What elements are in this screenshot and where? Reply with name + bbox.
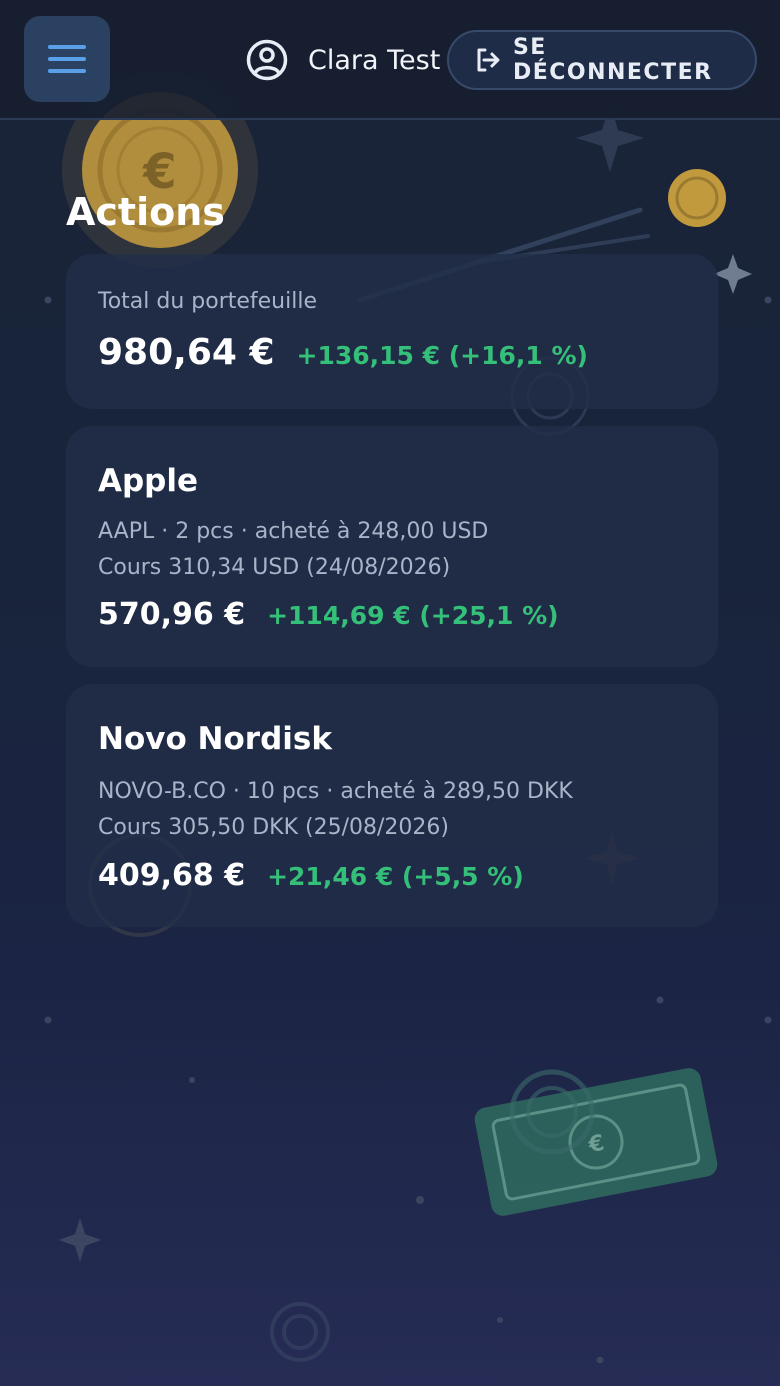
small-coin-icon xyxy=(668,169,726,227)
menu-button[interactable] xyxy=(24,16,110,102)
stock-name: Novo Nordisk xyxy=(98,721,332,757)
user-profile: Clara Test xyxy=(246,38,440,82)
stock-value: 570,96 € xyxy=(98,597,246,632)
svg-text:€: € xyxy=(586,1131,607,1159)
hamburger-icon xyxy=(48,45,86,73)
stock-value: 409,68 € xyxy=(98,858,246,893)
stock-card-apple[interactable]: Apple AAPL · 2 pcs · acheté à 248,00 USD… xyxy=(66,426,718,667)
stock-details: NOVO-B.CO · 10 pcs · acheté à 289,50 DKK xyxy=(98,779,573,804)
app-header: Clara Test SE DÉCONNECTER xyxy=(0,0,780,120)
logout-icon xyxy=(477,48,500,72)
stock-price: Cours 305,50 DKK (25/08/2026) xyxy=(98,815,449,840)
stock-change: +114,69 € (+25,1 %) xyxy=(267,601,559,630)
logout-button[interactable]: SE DÉCONNECTER xyxy=(447,30,757,90)
logout-label: SE DÉCONNECTER xyxy=(512,35,713,85)
stock-change: +21,46 € (+5,5 %) xyxy=(267,862,524,891)
total-value: 980,64 € xyxy=(98,332,275,373)
banknote-icon: € xyxy=(474,1068,718,1216)
total-label: Total du portefeuille xyxy=(98,289,318,314)
portfolio-total-card: Total du portefeuille 980,64 € +136,15 €… xyxy=(66,254,718,409)
stock-name: Apple xyxy=(98,463,199,499)
sparkle-icon xyxy=(714,254,752,294)
sparkle-icon xyxy=(59,1218,101,1262)
user-name: Clara Test xyxy=(308,44,441,76)
user-circle-icon xyxy=(246,39,288,81)
stock-details: AAPL · 2 pcs · acheté à 248,00 USD xyxy=(98,519,489,544)
page-title: Actions xyxy=(66,190,225,234)
stock-price: Cours 310,34 USD (24/08/2026) xyxy=(98,555,451,580)
total-change: +136,15 € (+16,1 %) xyxy=(296,341,588,370)
stock-card-novo-nordisk[interactable]: Novo Nordisk NOVO-B.CO · 10 pcs · acheté… xyxy=(66,684,718,927)
